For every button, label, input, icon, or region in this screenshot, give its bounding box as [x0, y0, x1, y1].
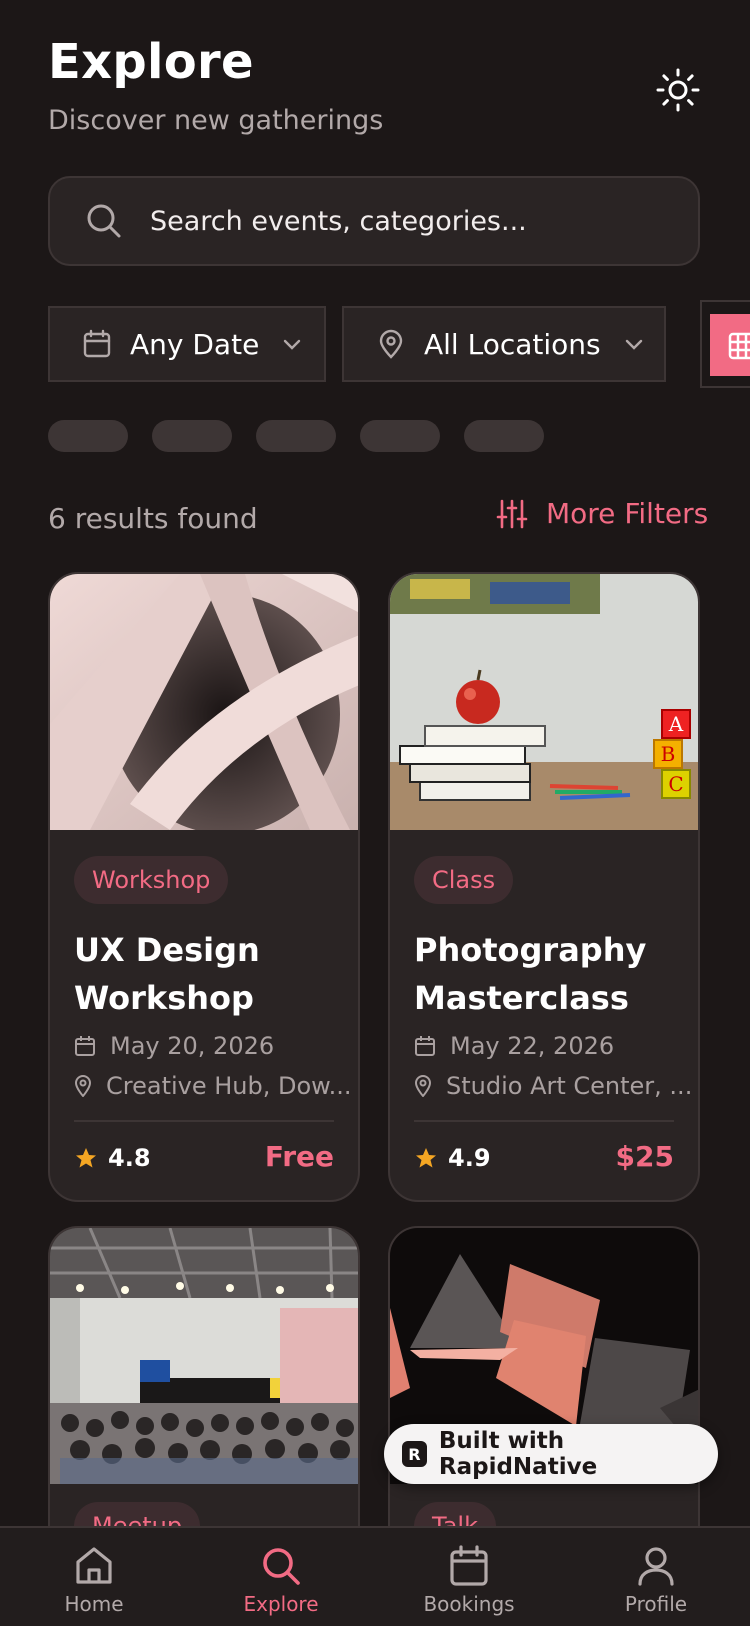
event-image: [50, 1228, 358, 1484]
calendar-icon: [450, 1545, 488, 1586]
event-title: UX Design Workshop: [74, 931, 260, 1017]
date-filter-label: Any Date: [130, 327, 260, 361]
category-chip-placeholder: [256, 420, 336, 452]
event-title: Photography Masterclass: [414, 931, 647, 1017]
rapidnative-logo-icon: R: [402, 1441, 427, 1467]
user-icon: [638, 1547, 674, 1586]
more-filters-button[interactable]: More Filters: [496, 497, 708, 530]
grid-icon: [728, 332, 750, 360]
event-date: May 20, 2026: [74, 1032, 274, 1060]
event-rating: 4.8: [74, 1144, 151, 1172]
search-icon: [87, 204, 121, 238]
card-divider: [74, 1120, 334, 1122]
category-chip-placeholder: [464, 420, 544, 452]
svg-text:B: B: [661, 742, 676, 766]
tab-bookings[interactable]: Bookings: [394, 1528, 544, 1616]
event-location: Creative Hub, Dow...: [74, 1072, 351, 1100]
page-subtitle: Discover new gatherings: [48, 105, 384, 136]
event-rating: 4.9: [414, 1144, 491, 1172]
calendar-icon: [83, 329, 111, 358]
location-pin-icon: [74, 1075, 92, 1097]
category-chip-placeholder: [152, 420, 232, 452]
tab-label: Profile: [624, 1592, 688, 1616]
event-price: $25: [615, 1140, 674, 1173]
location-filter-label: All Locations: [424, 327, 601, 361]
event-price: Free: [264, 1140, 334, 1173]
svg-text:C: C: [668, 772, 683, 796]
grid-view-button[interactable]: [700, 300, 750, 388]
tab-label: Bookings: [423, 1592, 515, 1616]
built-with-label: Built with RapidNative: [438, 1428, 598, 1480]
chevron-down-icon: [284, 339, 301, 350]
category-badge: Class: [414, 856, 514, 904]
page-title: Explore: [48, 34, 254, 90]
tab-profile[interactable]: Profile: [581, 1528, 731, 1616]
chevron-down-icon: [625, 339, 642, 350]
results-count: 6 results found: [48, 502, 258, 535]
tab-label: Home: [64, 1592, 124, 1616]
event-card[interactable]: A B C Class Photography Masterclass May …: [388, 572, 700, 1202]
bottom-tab-bar: Home Explore Bookings Profile: [0, 1526, 750, 1626]
svg-text:A: A: [668, 712, 684, 736]
home-icon: [76, 1547, 112, 1584]
date-filter-button[interactable]: Any Date: [48, 306, 326, 382]
event-card[interactable]: Workshop UX Design Workshop May 20, 2026…: [48, 572, 360, 1202]
search-input[interactable]: [148, 204, 672, 238]
theme-toggle-button[interactable]: [650, 62, 706, 118]
location-filter-button[interactable]: All Locations: [342, 306, 666, 382]
event-image: [50, 574, 358, 830]
star-icon: [76, 1148, 96, 1168]
category-chip-placeholder: [48, 420, 128, 452]
sliders-icon: [496, 499, 528, 528]
category-badge: Workshop: [74, 856, 229, 904]
calendar-icon: [415, 1036, 435, 1056]
search-icon: [263, 1548, 300, 1585]
sun-icon: [656, 68, 700, 112]
event-image: A B C: [390, 574, 698, 830]
star-icon: [416, 1148, 436, 1168]
search-bar[interactable]: [48, 176, 700, 266]
category-chip-placeholder: [360, 420, 440, 452]
location-pin-icon: [414, 1075, 432, 1097]
event-date: May 22, 2026: [414, 1032, 614, 1060]
tab-label: Explore: [243, 1592, 319, 1616]
tab-explore[interactable]: Explore: [206, 1528, 356, 1616]
more-filters-label: More Filters: [546, 497, 709, 530]
event-location: Studio Art Center, ...: [414, 1072, 692, 1100]
location-pin-icon: [379, 329, 403, 359]
built-with-badge[interactable]: R Built with RapidNative: [384, 1424, 718, 1484]
tab-home[interactable]: Home: [19, 1528, 169, 1616]
card-divider: [414, 1120, 674, 1122]
calendar-icon: [75, 1036, 95, 1056]
